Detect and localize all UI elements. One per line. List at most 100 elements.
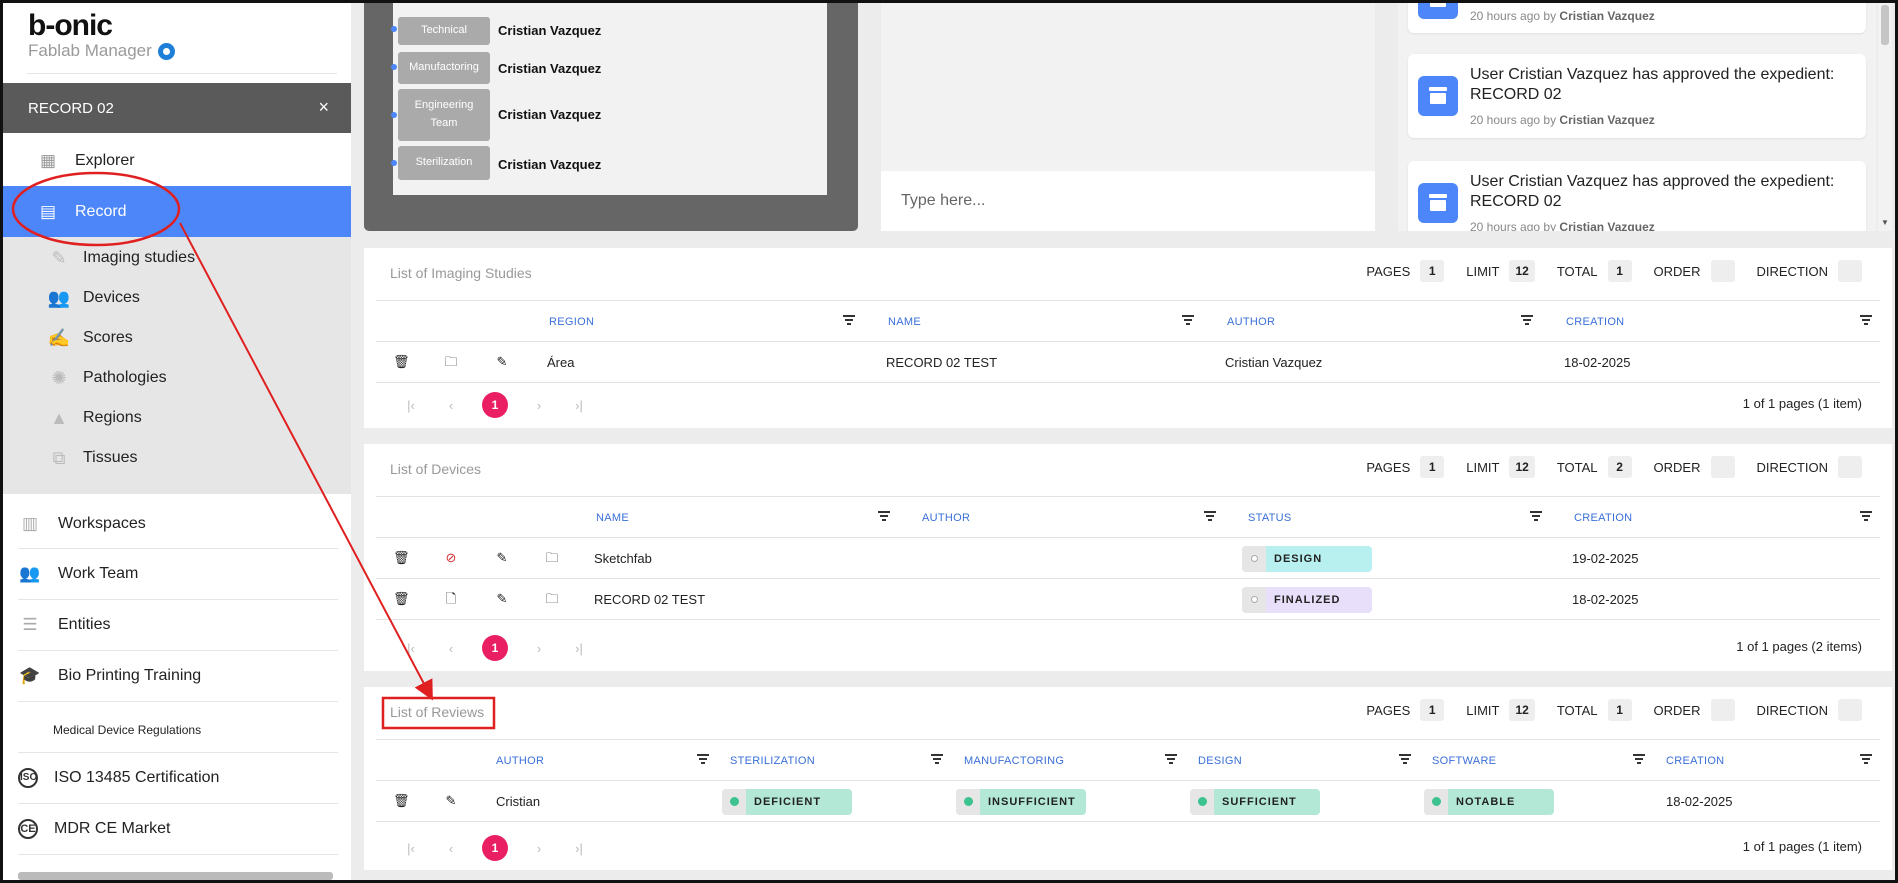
current-page-button[interactable]: 1 — [482, 835, 508, 861]
next-page-icon[interactable]: › — [530, 398, 548, 413]
subnav-item-regions[interactable]: ▲ Regions — [47, 408, 142, 428]
trash-icon[interactable]: 🗑 — [393, 354, 410, 370]
nav-item-record[interactable]: ▤ Record — [3, 186, 351, 237]
filter-icon[interactable] — [1860, 754, 1872, 766]
team-panel: Technical Cristian Vazquez Manufactoring… — [364, 3, 858, 231]
column-header-software[interactable]: SOFTWARE — [1432, 740, 1645, 782]
next-page-icon[interactable]: › — [530, 641, 548, 656]
subnav-item-pathologies[interactable]: ✺ Pathologies — [47, 368, 166, 388]
column-header-region[interactable]: REGION — [549, 301, 855, 343]
pencil-icon[interactable]: ✎ — [443, 793, 459, 809]
last-page-icon[interactable]: ›| — [570, 841, 588, 856]
limit-value[interactable]: 12 — [1509, 456, 1535, 478]
file-icon[interactable]: 🗋 — [443, 591, 459, 607]
limit-value[interactable]: 12 — [1509, 699, 1535, 721]
prev-page-icon[interactable]: ‹ — [442, 398, 460, 413]
table-header: REGION NAME AUTHOR CREATION — [376, 300, 1880, 342]
nav-item-explorer[interactable]: ▦ Explorer — [3, 136, 351, 186]
prev-page-icon[interactable]: ‹ — [442, 841, 460, 856]
current-page-button[interactable]: 1 — [482, 392, 508, 418]
filter-icon[interactable] — [697, 754, 709, 766]
table-row[interactable]: 🗑 🗋 ✎ 🗀 RECORD 02 TEST FINALIZED 18-02-2… — [376, 579, 1880, 620]
direction-select[interactable] — [1838, 456, 1862, 478]
column-header-design[interactable]: DESIGN — [1198, 740, 1411, 782]
table-row[interactable]: 🗑 ⊘ ✎ 🗀 Sketchfab DESIGN 19-02-2025 — [376, 538, 1880, 579]
nav-item-bio-printing-training[interactable]: 🎓 Bio Printing Training — [18, 651, 338, 702]
column-header-author[interactable]: AUTHOR — [1227, 301, 1533, 343]
order-select[interactable] — [1710, 260, 1735, 282]
filter-icon[interactable] — [1860, 315, 1872, 327]
filter-icon[interactable] — [878, 511, 890, 523]
column-header-creation[interactable]: CREATION — [1574, 497, 1872, 539]
nav-item-label: Bio Printing Training — [58, 667, 202, 684]
pencil-icon[interactable]: ✎ — [494, 591, 510, 607]
first-page-icon[interactable]: |‹ — [402, 641, 420, 656]
column-header-name[interactable]: NAME — [888, 301, 1194, 343]
grid-icon: ▦ — [39, 151, 57, 170]
prev-page-icon[interactable]: ‹ — [442, 641, 460, 656]
subnav-item-scores[interactable]: ✍ Scores — [47, 328, 133, 348]
brand-logo[interactable]: b-onic — [28, 9, 175, 43]
pencil-icon[interactable]: ✎ — [494, 550, 510, 566]
column-header-status[interactable]: STATUS — [1248, 497, 1542, 539]
gear-icon[interactable] — [157, 42, 175, 60]
sidebar-scrollbar[interactable] — [18, 872, 333, 880]
filter-icon[interactable] — [1182, 315, 1194, 327]
nav-item-workspaces[interactable]: ▥ Workspaces — [18, 499, 338, 549]
close-icon[interactable]: × — [318, 97, 329, 118]
column-header-author[interactable]: AUTHOR — [922, 497, 1216, 539]
trash-icon[interactable]: 🗑 — [393, 550, 410, 566]
activity-scrollbar[interactable]: ▼ — [1878, 3, 1892, 231]
direction-select[interactable] — [1838, 699, 1862, 721]
current-page-button[interactable]: 1 — [482, 635, 508, 661]
nav-item-label: Explorer — [75, 152, 135, 169]
filter-icon[interactable] — [1521, 315, 1533, 327]
nav-item-mdr-ce-market[interactable]: CE MDR CE Market — [18, 804, 338, 855]
column-header-creation[interactable]: CREATION — [1666, 740, 1872, 782]
first-page-icon[interactable]: |‹ — [402, 841, 420, 856]
filter-icon[interactable] — [1633, 754, 1645, 766]
folder-icon[interactable]: 🗀 — [443, 354, 459, 370]
pencil-icon[interactable]: ✎ — [494, 354, 510, 370]
column-header-sterilization[interactable]: STERILIZATION — [730, 740, 943, 782]
subnav-item-devices[interactable]: 👥 Devices — [47, 288, 140, 308]
order-select[interactable] — [1710, 456, 1735, 478]
status-badge: DESIGN — [1242, 545, 1372, 572]
filter-icon[interactable] — [1204, 511, 1216, 523]
table-row[interactable]: 🗑 🗀 ✎ Área RECORD 02 TEST Cristian Vazqu… — [376, 342, 1880, 383]
column-header-name[interactable]: NAME — [596, 497, 890, 539]
filter-icon[interactable] — [843, 315, 855, 327]
filter-icon[interactable] — [1165, 754, 1177, 766]
scrollbar-thumb[interactable] — [1881, 5, 1889, 45]
subnav-item-imaging-studies[interactable]: ✎ Imaging studies — [47, 248, 195, 268]
filter-icon[interactable] — [1530, 511, 1542, 523]
score-badge: SUFFICIENT — [1190, 788, 1320, 815]
first-page-icon[interactable]: |‹ — [402, 398, 420, 413]
subnav-item-tissues[interactable]: ⧉ Tissues — [47, 448, 138, 468]
order-select[interactable] — [1710, 699, 1735, 721]
filter-icon[interactable] — [931, 754, 943, 766]
layers-icon: ☰ — [22, 615, 38, 634]
folder-icon[interactable]: 🗀 — [544, 550, 560, 566]
folder-icon[interactable]: 🗀 — [544, 591, 560, 607]
column-header-manufactoring[interactable]: MANUFACTORING — [964, 740, 1177, 782]
table-row[interactable]: 🗑 ✎ Cristian DEFICIENT INSUFFICIENT SUFF… — [376, 781, 1880, 822]
next-page-icon[interactable]: › — [530, 841, 548, 856]
column-header-creation[interactable]: CREATION — [1566, 301, 1872, 343]
last-page-icon[interactable]: ›| — [570, 398, 588, 413]
direction-select[interactable] — [1838, 260, 1862, 282]
nav-item-work-team[interactable]: 👥 Work Team — [18, 549, 338, 600]
trash-icon[interactable]: 🗑 — [393, 793, 410, 809]
column-header-author[interactable]: AUTHOR — [496, 740, 709, 782]
filter-icon[interactable] — [1860, 511, 1872, 523]
chat-input[interactable] — [881, 171, 1375, 231]
nav-item-entities[interactable]: ☰ Entities — [18, 600, 338, 651]
limit-value[interactable]: 12 — [1509, 260, 1535, 282]
trash-icon[interactable]: 🗑 — [393, 591, 410, 607]
scroll-down-arrow-icon[interactable]: ▼ — [1881, 218, 1889, 227]
filter-icon[interactable] — [1399, 754, 1411, 766]
nav-item-iso-13485[interactable]: ISO ISO 13485 Certification — [18, 753, 338, 804]
nav-item-label: Entities — [58, 616, 111, 633]
ban-icon[interactable]: ⊘ — [443, 550, 459, 566]
last-page-icon[interactable]: ›| — [570, 641, 588, 656]
